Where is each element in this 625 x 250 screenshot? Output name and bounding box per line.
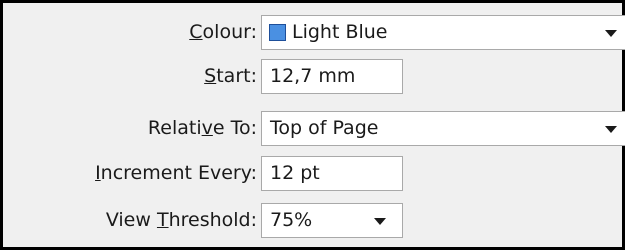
increment-every-value: 12 pt	[270, 162, 320, 184]
start-row: Start: 12,7 mm	[3, 56, 622, 96]
view-threshold-row: View Threshold: 75%	[3, 200, 622, 240]
start-value: 12,7 mm	[270, 65, 356, 87]
relative-to-value: Top of Page	[270, 117, 379, 139]
view-threshold-value: 75%	[270, 209, 313, 231]
colour-value: Light Blue	[292, 21, 388, 43]
relative-to-label: Relative To:	[147, 117, 257, 139]
start-label: Start:	[204, 65, 257, 87]
increment-every-label: Increment Every:	[95, 162, 257, 184]
view-threshold-dropdown[interactable]: 75%	[261, 203, 403, 238]
dropdown-arrow-icon[interactable]	[605, 126, 617, 133]
dropdown-arrow-icon[interactable]	[374, 218, 386, 225]
colour-swatch	[269, 24, 286, 41]
relative-to-row: Relative To: Top of Page	[3, 108, 625, 148]
increment-every-row: Increment Every: 12 pt	[3, 153, 622, 193]
view-threshold-label: View Threshold:	[105, 209, 257, 231]
start-input[interactable]: 12,7 mm	[261, 59, 403, 94]
colour-dropdown[interactable]: Light Blue	[261, 15, 625, 50]
increment-every-input[interactable]: 12 pt	[261, 156, 403, 191]
relative-to-dropdown[interactable]: Top of Page	[261, 111, 625, 146]
colour-label: Colour:	[189, 21, 257, 43]
guide-options-panel: Colour: Light Blue Start: 12,7 mm Relati…	[0, 0, 625, 250]
dropdown-arrow-icon[interactable]	[605, 30, 617, 37]
colour-row: Colour: Light Blue	[3, 12, 625, 52]
